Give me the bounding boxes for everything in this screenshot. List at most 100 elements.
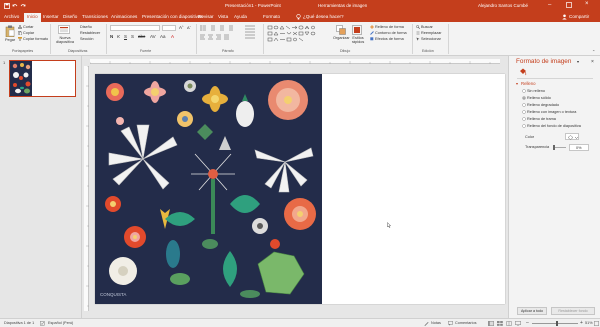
paste-icon[interactable] (5, 25, 15, 38)
tab-ayuda[interactable]: Ayuda (234, 14, 247, 19)
copy-icon[interactable] (18, 31, 22, 36)
format-painter-button[interactable]: Copiar formato (23, 37, 48, 41)
option-pattern-fill[interactable]: Relleno de trama (527, 117, 556, 121)
pane-section-toggle[interactable]: ▾ (516, 81, 518, 86)
slide-sorter-icon[interactable] (497, 320, 503, 327)
case-icon[interactable]: Aa (160, 34, 166, 39)
share-icon[interactable] (562, 14, 567, 21)
font-size-select[interactable] (162, 25, 176, 31)
tab-insertar[interactable]: Insertar (43, 14, 59, 19)
new-slide-button[interactable]: Nueva diapositiva (53, 36, 77, 44)
font-family-select[interactable] (110, 25, 160, 31)
slideshow-icon[interactable] (515, 320, 521, 327)
format-painter-icon[interactable] (18, 37, 22, 42)
shape-effects-button[interactable]: Efectos de forma (375, 37, 404, 41)
slide[interactable]: CONQUISTA (95, 74, 505, 304)
tab-formato[interactable]: Formato (263, 14, 280, 19)
pane-close-icon[interactable]: × (591, 59, 594, 65)
shrink-font-icon[interactable]: Aˇ (187, 25, 191, 30)
reset-background-button[interactable]: Restablecer fondo (551, 307, 595, 315)
paint-bucket-icon[interactable] (519, 68, 527, 77)
shape-effects-icon[interactable] (370, 37, 374, 42)
zoom-slider[interactable] (532, 323, 578, 324)
fill-section-header[interactable]: Relleno (521, 81, 536, 86)
horizontal-ruler[interactable] (90, 59, 500, 64)
copy-button[interactable]: Copiar (23, 31, 34, 35)
spellcheck-icon[interactable] (40, 321, 45, 327)
comments-icon[interactable] (448, 321, 453, 327)
bold-icon[interactable]: N (110, 34, 113, 39)
zoom-slider-thumb[interactable] (556, 321, 558, 326)
reset-button[interactable]: Restablecer (80, 31, 100, 35)
minimize-icon[interactable]: – (548, 2, 551, 8)
quick-styles-icon[interactable] (352, 25, 362, 36)
bullets-icon[interactable] (200, 25, 240, 32)
user-name[interactable]: Alejandro Santos Cumbé (478, 3, 528, 8)
underline-icon[interactable]: S (124, 34, 127, 39)
collapse-ribbon-icon[interactable]: ⌃ (592, 49, 595, 54)
quick-styles-button[interactable]: Estilos rápidos (348, 36, 368, 44)
italic-icon[interactable]: K (117, 34, 120, 39)
shape-fill-button[interactable]: Relleno de forma (375, 25, 404, 29)
transparency-slider-thumb[interactable] (553, 145, 555, 150)
shape-outline-button[interactable]: Contorno de forma (375, 31, 407, 35)
align-icons[interactable] (200, 34, 240, 41)
tab-inicio[interactable]: Inicio (24, 13, 41, 22)
spacing-icon[interactable]: AV (150, 34, 156, 39)
shadow-icon[interactable]: S (131, 34, 134, 39)
grow-font-icon[interactable]: Aˆ (179, 25, 184, 30)
color-picker-button[interactable] (565, 133, 579, 140)
vertical-ruler[interactable] (84, 66, 89, 311)
arrange-icon[interactable] (336, 25, 346, 36)
section-button[interactable]: Sección (80, 37, 94, 41)
radio-icon[interactable] (522, 89, 526, 94)
language-indicator[interactable]: Español (Perú) (48, 321, 73, 325)
flower-image[interactable]: CONQUISTA (95, 74, 505, 304)
maximize-icon[interactable] (566, 2, 572, 9)
apply-all-button[interactable]: Aplicar a todo (517, 307, 547, 315)
slide-thumbnail[interactable] (9, 60, 76, 97)
shape-fill-icon[interactable] (370, 25, 374, 30)
tab-transiciones[interactable]: Transiciones (82, 14, 108, 19)
cut-button[interactable]: Cortar (23, 25, 34, 29)
undo-icon[interactable] (12, 3, 18, 10)
replace-button[interactable]: Reemplazar (421, 31, 441, 35)
option-picture-fill[interactable]: Relleno con imagen o textura (527, 110, 576, 114)
save-icon[interactable] (4, 3, 10, 10)
font-color-icon[interactable]: A (171, 34, 174, 39)
zoom-out-button[interactable]: – (526, 320, 529, 326)
notes-button[interactable]: Notas (431, 321, 441, 325)
select-button[interactable]: Seleccionar (421, 37, 441, 41)
layout-button[interactable]: Diseño (80, 25, 92, 29)
tab-diseno[interactable]: Diseño (63, 14, 77, 19)
tab-presentacion[interactable]: Presentación con diapositivas (142, 14, 203, 19)
radio-icon[interactable] (522, 103, 526, 108)
radio-icon[interactable] (522, 124, 526, 129)
redo-icon[interactable] (20, 3, 26, 10)
reading-view-icon[interactable] (506, 320, 512, 327)
normal-view-icon[interactable] (488, 320, 494, 327)
strikethrough-icon[interactable]: abc (138, 34, 145, 39)
replace-icon[interactable] (416, 31, 420, 36)
radio-icon[interactable] (522, 117, 526, 122)
option-gradient-fill[interactable]: Relleno degradado (527, 103, 559, 107)
find-button[interactable]: Buscar (421, 25, 433, 29)
option-solid-fill[interactable]: Relleno sólido (527, 96, 551, 100)
zoom-in-button[interactable]: + (580, 320, 583, 326)
radio-icon[interactable] (522, 96, 526, 101)
share-button[interactable]: Compartir (569, 14, 589, 19)
transparency-input[interactable]: 0% (569, 144, 589, 151)
new-slide-icon[interactable] (58, 25, 70, 36)
tab-vista[interactable]: Vista (218, 14, 228, 19)
text-direction-icon[interactable] (244, 25, 256, 41)
tab-revisar[interactable]: Revisar (198, 14, 214, 19)
tell-me-search[interactable]: ¿Qué desea hacer? (303, 14, 344, 19)
paste-button[interactable]: Pegar (5, 38, 15, 42)
tab-archivo[interactable]: Archivo (4, 14, 19, 19)
comments-button[interactable]: Comentarios (455, 321, 477, 325)
select-icon[interactable] (416, 37, 420, 42)
pane-options-icon[interactable]: ▾ (577, 59, 579, 64)
find-icon[interactable] (416, 25, 421, 30)
tab-animaciones[interactable]: Animaciones (111, 14, 137, 19)
shape-outline-icon[interactable] (370, 31, 374, 36)
